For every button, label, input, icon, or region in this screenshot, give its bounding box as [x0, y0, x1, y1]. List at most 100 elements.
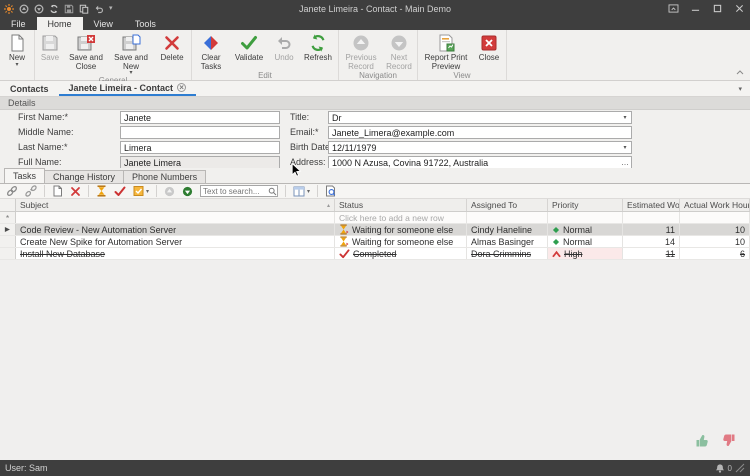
undo-icon[interactable] [94, 4, 104, 14]
cell-subject[interactable]: Code Review - New Automation Server [16, 224, 335, 235]
table-row[interactable]: Create New Spike for Automation Server W… [0, 236, 750, 248]
last-name-field[interactable] [120, 141, 280, 154]
column-header-actual[interactable]: Actual Work Hours [680, 199, 750, 211]
cell-actual[interactable]: 10 [680, 236, 750, 247]
next-record-button[interactable]: Next Record [382, 31, 416, 71]
layout-button[interactable]: ▾ [293, 186, 310, 197]
cell-estimated[interactable]: 11 [623, 224, 680, 235]
birth-date-dropdown-icon[interactable]: ▾ [620, 142, 630, 153]
thumbs-up-button[interactable] [695, 433, 712, 450]
cell-assigned-to[interactable]: Cindy Haneline [467, 224, 548, 235]
postpone-button[interactable] [96, 185, 107, 197]
new-button[interactable]: New▾ [1, 31, 33, 70]
cell-estimated[interactable]: 11 [623, 248, 680, 259]
cell-actual[interactable]: 6 [680, 248, 750, 259]
task-state-button[interactable]: ▾ [133, 185, 149, 197]
delete-task-icon [70, 186, 81, 197]
save-and-new-button[interactable]: Save and New▾ [108, 31, 154, 76]
delete-button[interactable]: Delete [154, 31, 190, 76]
paste-icon[interactable] [79, 4, 89, 14]
title-dropdown-icon[interactable]: ▾ [620, 112, 630, 123]
clear-tasks-button[interactable]: Clear Tasks [193, 31, 229, 71]
next-object-icon[interactable] [34, 4, 44, 14]
tab-file[interactable]: File [0, 17, 37, 30]
new-task-button[interactable] [52, 185, 63, 197]
report-print-preview-icon [436, 33, 456, 53]
new-task-icon [52, 185, 63, 197]
column-header-status[interactable]: Status [335, 199, 467, 211]
ribbon-options-button[interactable] [662, 0, 684, 17]
mark-completed-button[interactable] [114, 186, 126, 197]
close-view-button[interactable]: Close [473, 31, 505, 71]
cell-priority[interactable]: Normal [548, 236, 623, 247]
tab-tasks[interactable]: Tasks [4, 168, 45, 183]
cell-actual[interactable]: 10 [680, 224, 750, 235]
column-header-subject[interactable]: Subject▴ [16, 199, 335, 211]
email-field[interactable] [328, 126, 632, 139]
cell-subject[interactable]: Create New Spike for Automation Server [16, 236, 335, 247]
tab-home[interactable]: Home [37, 17, 83, 30]
unlink-button[interactable] [25, 185, 37, 197]
address-ellipsis-button[interactable]: … [620, 157, 630, 168]
tab-view[interactable]: View [83, 17, 124, 30]
cell-status[interactable]: Waiting for someone else [335, 236, 467, 247]
table-row[interactable]: Install New Database Completed Dora Crim… [0, 248, 750, 260]
birth-date-field[interactable]: ▾ [328, 141, 632, 154]
title-field[interactable]: ▾ [328, 111, 632, 124]
tab-close-icon[interactable]: × [177, 83, 186, 92]
move-up-button[interactable] [164, 186, 175, 197]
save-button[interactable]: Save [36, 31, 64, 76]
tab-list-dropdown-icon[interactable]: ▾ [738, 81, 750, 96]
cell-assigned-to[interactable]: Dora Crimmins [467, 248, 548, 259]
undo-button[interactable]: Undo [269, 31, 299, 71]
notifications-bell-icon[interactable] [715, 463, 725, 474]
app-icon[interactable] [4, 4, 14, 14]
refresh-icon[interactable] [49, 4, 59, 14]
qat-dropdown-icon[interactable]: ▾ [109, 5, 113, 12]
previous-record-button[interactable]: Previous Record [340, 31, 382, 71]
refresh-button[interactable]: Refresh [299, 31, 337, 71]
resize-grip-icon[interactable] [735, 463, 745, 473]
move-down-button[interactable] [182, 186, 193, 197]
tab-tools[interactable]: Tools [124, 17, 167, 30]
doc-tab-contact-active[interactable]: Janete Limeira - Contact × [59, 81, 197, 96]
save-icon[interactable] [64, 4, 74, 14]
save-and-close-button[interactable]: Save and Close [64, 31, 108, 76]
up-circle-icon [164, 186, 175, 197]
previous-object-icon[interactable] [19, 4, 29, 14]
cell-assigned-to[interactable]: Almas Basinger [467, 236, 548, 247]
search-box[interactable] [200, 185, 278, 197]
waiting-hourglass-icon [339, 236, 349, 247]
link-button[interactable] [6, 185, 18, 197]
ribbon-group-view: Report Print Preview Close View [418, 30, 507, 80]
table-row[interactable]: Code Review - New Automation Server Wait… [0, 224, 750, 236]
doc-tab-contacts[interactable]: Contacts [0, 81, 59, 96]
middle-name-field[interactable] [120, 126, 280, 139]
tab-phone-numbers[interactable]: Phone Numbers [123, 170, 206, 183]
maximize-button[interactable] [706, 0, 728, 17]
print-preview-button[interactable] [325, 185, 336, 197]
cell-priority[interactable]: Normal [548, 224, 623, 235]
group-caption-edit: Edit [193, 71, 337, 80]
search-input[interactable] [201, 187, 268, 196]
column-header-priority[interactable]: Priority [548, 199, 623, 211]
tab-change-history[interactable]: Change History [44, 170, 124, 183]
grid-new-row[interactable]: * Click here to add a new row [0, 212, 750, 224]
validate-button[interactable]: Validate [229, 31, 269, 71]
cell-status[interactable]: Completed [335, 248, 467, 259]
cell-status[interactable]: Waiting for someone else [335, 224, 467, 235]
report-print-preview-button[interactable]: Report Print Preview [419, 31, 473, 71]
collapse-ribbon-button[interactable] [736, 67, 744, 77]
new-row-hint[interactable]: Click here to add a new row [335, 212, 467, 223]
thumbs-down-button[interactable] [719, 433, 736, 450]
close-button[interactable] [728, 0, 750, 17]
column-header-assigned-to[interactable]: Assigned To [467, 199, 548, 211]
cell-estimated[interactable]: 14 [623, 236, 680, 247]
save-close-icon [76, 33, 96, 53]
column-header-estimated[interactable]: Estimated Work H... [623, 199, 680, 211]
cell-subject[interactable]: Install New Database [16, 248, 335, 259]
cell-priority[interactable]: High [548, 248, 623, 259]
first-name-field[interactable] [120, 111, 280, 124]
minimize-button[interactable] [684, 0, 706, 17]
delete-task-button[interactable] [70, 186, 81, 197]
